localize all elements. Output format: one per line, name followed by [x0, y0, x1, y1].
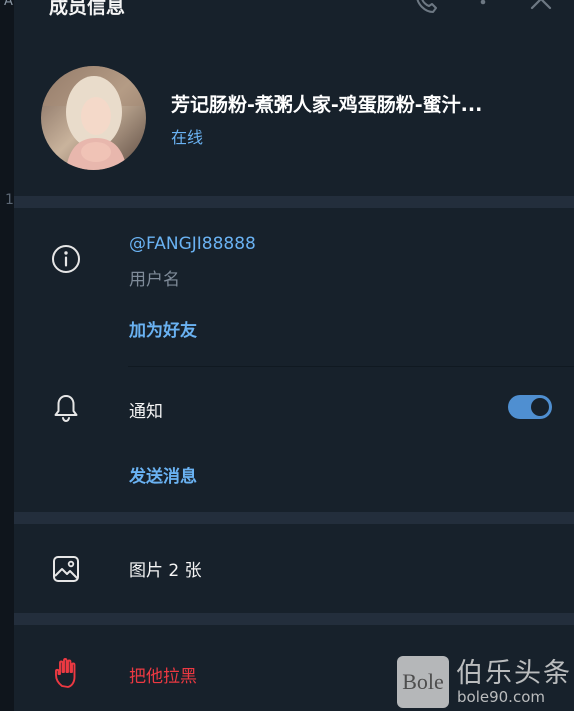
send-message-button[interactable]: 发送消息	[129, 462, 197, 487]
watermark-logo-text: Bole	[402, 669, 444, 694]
background-partial-text: A	[4, 0, 13, 9]
section-separator	[14, 196, 574, 208]
bell-icon	[54, 395, 78, 423]
divider	[128, 366, 574, 367]
more-vertical-icon[interactable]	[470, 0, 496, 16]
block-hand-icon	[55, 658, 76, 688]
watermark: Bole 伯乐头条 bole90.com	[397, 651, 574, 711]
background-window: A 1	[0, 0, 14, 711]
online-status: 在线	[171, 128, 204, 147]
notifications-toggle[interactable]	[508, 395, 552, 419]
watermark-url: bole90.com	[457, 688, 545, 706]
profile-section: 芳记肠粉-煮粥人家-鸡蛋肠粉-蜜汁... 在线	[14, 40, 574, 196]
phone-icon[interactable]	[413, 0, 439, 16]
avatar-image	[41, 66, 146, 170]
close-icon[interactable]	[528, 0, 554, 16]
section-separator	[14, 613, 574, 625]
watermark-name: 伯乐头条	[456, 658, 572, 689]
image-icon	[53, 556, 79, 582]
panel-title: 成员信息	[49, 0, 126, 18]
username-label: 用户名	[129, 270, 180, 290]
panel-header: 成员信息	[14, 0, 574, 32]
section-separator	[14, 512, 574, 524]
member-info-panel: 成员信息 芳记肠粉-煮粥人家-鸡蛋肠粉-蜜汁... 在线 @FANGJI8888…	[14, 0, 574, 711]
avatar[interactable]	[41, 66, 146, 170]
block-user-button[interactable]: 把他拉黑	[129, 662, 197, 687]
info-icon	[52, 245, 80, 273]
toggle-knob	[531, 398, 549, 416]
display-name: 芳记肠粉-煮粥人家-鸡蛋肠粉-蜜汁...	[171, 94, 483, 116]
watermark-logo: Bole	[397, 656, 449, 708]
media-photos-item[interactable]: 图片 2 张	[129, 556, 202, 581]
background-partial-number: 1	[5, 192, 14, 208]
username-link[interactable]: @FANGJI88888	[129, 234, 256, 254]
add-friend-button[interactable]: 加为好友	[129, 316, 197, 341]
notifications-label: 通知	[129, 402, 163, 422]
